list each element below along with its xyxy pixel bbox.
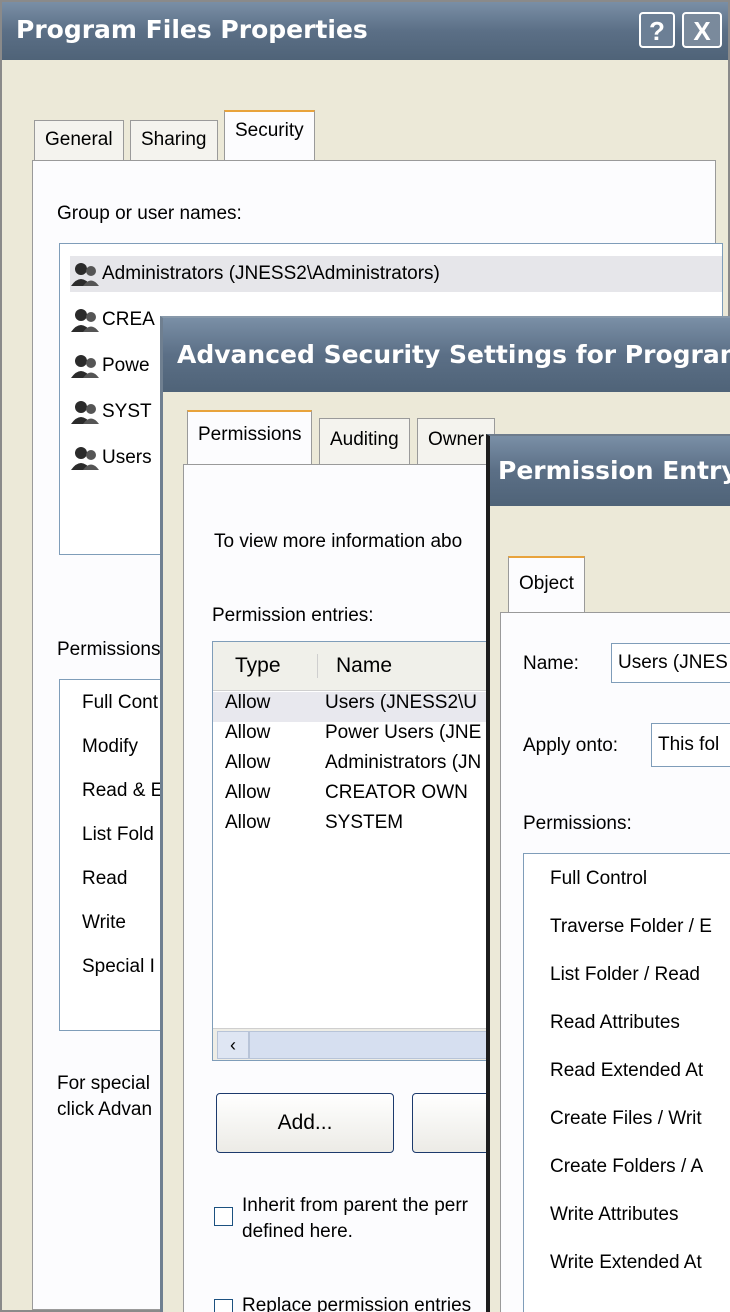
entry-object-panel: Name: Users (JNES Apply onto: This fol P… — [500, 612, 730, 1312]
tab-owner[interactable]: Owner — [417, 418, 495, 466]
inherit-text-line-2: defined here. — [242, 1221, 353, 1242]
user-group-icon — [70, 307, 100, 333]
permission-entry-title: Permission Entry fo — [498, 456, 730, 485]
scroll-left-button[interactable]: ‹ — [217, 1031, 249, 1059]
tab-permissions[interactable]: Permissions — [187, 410, 313, 466]
inherit-checkbox[interactable] — [214, 1207, 233, 1226]
permission-item: Full Control — [550, 868, 648, 889]
permission-item: Read Extended At — [550, 1060, 704, 1081]
apply-onto-label: Apply onto: — [523, 735, 619, 756]
info-text: To view more information abo — [214, 531, 463, 552]
window-title: Program Files Properties — [16, 15, 368, 44]
footer-line-1: For special — [57, 1073, 150, 1094]
close-button[interactable]: X — [682, 12, 722, 48]
replace-checkbox[interactable] — [214, 1299, 233, 1312]
entries-label: Permission entries: — [212, 605, 374, 626]
user-group-icon — [70, 353, 100, 379]
add-button[interactable]: Add... — [216, 1093, 394, 1153]
name-label: Name: — [523, 653, 579, 674]
permission-item: Create Folders / A — [550, 1156, 704, 1177]
permission-item: Create Files / Writ — [550, 1108, 702, 1129]
user-group-icon — [70, 261, 100, 287]
advanced-title: Advanced Security Settings for Program F… — [177, 340, 730, 369]
advanced-titlebar: Advanced Security Settings for Program F… — [163, 318, 730, 392]
permission-entry-titlebar: Permission Entry fo — [490, 436, 730, 506]
tab-security[interactable]: Security — [224, 110, 315, 162]
column-name[interactable]: Name — [317, 654, 392, 678]
tab-auditing[interactable]: Auditing — [319, 418, 410, 466]
apply-onto-select[interactable]: This fol — [651, 723, 730, 767]
inherit-text-line-1: Inherit from parent the perr — [242, 1195, 468, 1216]
tab-general[interactable]: General — [34, 120, 124, 160]
permission-item: Read Attributes — [550, 1012, 680, 1033]
permission-item: Write Attributes — [550, 1204, 679, 1225]
replace-text: Replace permission entries — [242, 1295, 472, 1312]
entry-permissions-label: Permissions: — [523, 813, 632, 834]
permission-item: List Folder / Read — [550, 964, 700, 985]
permission-item: Traverse Folder / E — [550, 916, 712, 937]
tab-object[interactable]: Object — [508, 556, 585, 614]
tab-sharing[interactable]: Sharing — [130, 120, 218, 160]
permission-entry-window: Permission Entry fo Object Name: Users (… — [486, 434, 730, 1312]
name-field[interactable]: Users (JNES — [611, 643, 730, 683]
program-files-titlebar: Program Files Properties — [2, 2, 728, 60]
column-type[interactable]: Type — [235, 654, 281, 678]
chevron-left-icon: ‹ — [230, 1035, 236, 1055]
entry-permissions-list[interactable]: Full Control Traverse Folder / E List Fo… — [523, 853, 730, 1312]
user-group-icon — [70, 445, 100, 471]
permission-item: Write Extended At — [550, 1252, 702, 1273]
help-button[interactable]: ? — [639, 12, 675, 48]
user-group-icon — [70, 399, 100, 425]
footer-line-2: click Advan — [57, 1099, 153, 1120]
permissions-label: Permissions — [57, 639, 161, 660]
group-item[interactable]: Administrators (JNESS2\Administrators) — [70, 256, 722, 292]
group-names-label: Group or user names: — [57, 203, 242, 224]
